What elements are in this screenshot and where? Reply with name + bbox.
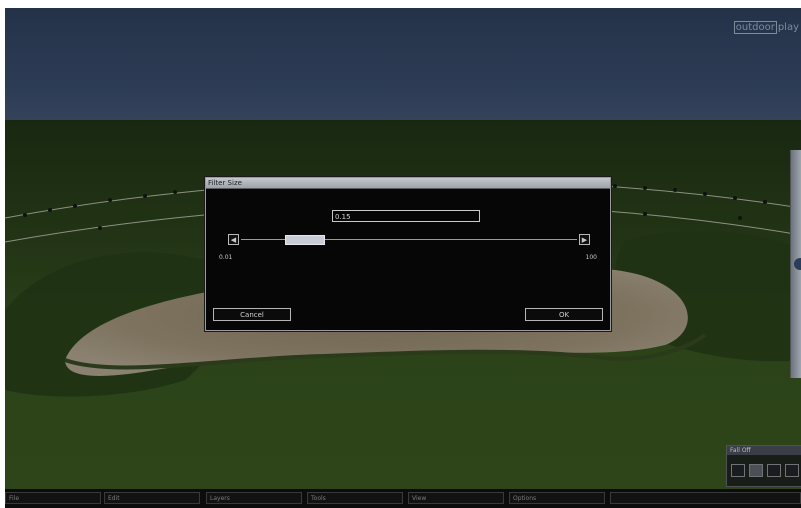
cancel-button[interactable]: Cancel <box>213 308 291 321</box>
falloff-option-1[interactable] <box>731 464 745 477</box>
slider-decrease-button[interactable]: ◀ <box>228 234 239 245</box>
arrow-right-icon: ▶ <box>581 236 588 244</box>
dialog-title: Filter Size <box>206 178 610 189</box>
menu-edit[interactable]: Edit <box>104 492 200 504</box>
slider-increase-button[interactable]: ▶ <box>579 234 590 245</box>
slider-min-label: 0.01 <box>219 254 233 261</box>
menu-view[interactable]: View <box>408 492 504 504</box>
bottom-menubar: File Edit Layers Tools View Options <box>5 489 801 508</box>
menu-tools[interactable]: Tools <box>307 492 403 504</box>
watermark-logo: outdoor play <box>733 21 799 34</box>
menu-file[interactable]: File <box>5 492 101 504</box>
ok-button[interactable]: OK <box>525 308 603 321</box>
side-panel-knob[interactable] <box>794 258 801 270</box>
slider-thumb[interactable] <box>285 235 326 245</box>
filter-size-dialog: Filter Size 0.15 ◀ ▶ 0.01 100 Cancel OK <box>205 177 611 331</box>
falloff-panel: Fall Off <box>726 445 801 487</box>
sky-background <box>5 8 801 120</box>
menu-layers[interactable]: Layers <box>206 492 302 504</box>
arrow-left-icon: ◀ <box>230 236 237 244</box>
menu-options[interactable]: Options <box>509 492 605 504</box>
menu-status <box>610 492 801 504</box>
slider-max-label: 100 <box>585 254 597 261</box>
side-scroll-panel[interactable] <box>790 150 801 378</box>
falloff-option-4[interactable] <box>785 464 799 477</box>
filter-size-slider[interactable]: ◀ ▶ <box>228 234 590 248</box>
game-viewport[interactable]: outdoor play Fall Off File Edit Layers T… <box>5 8 801 508</box>
falloff-option-3[interactable] <box>767 464 781 477</box>
falloff-title: Fall Off <box>727 446 801 455</box>
falloff-option-2[interactable] <box>749 464 763 477</box>
filter-size-input[interactable]: 0.15 <box>332 210 480 222</box>
